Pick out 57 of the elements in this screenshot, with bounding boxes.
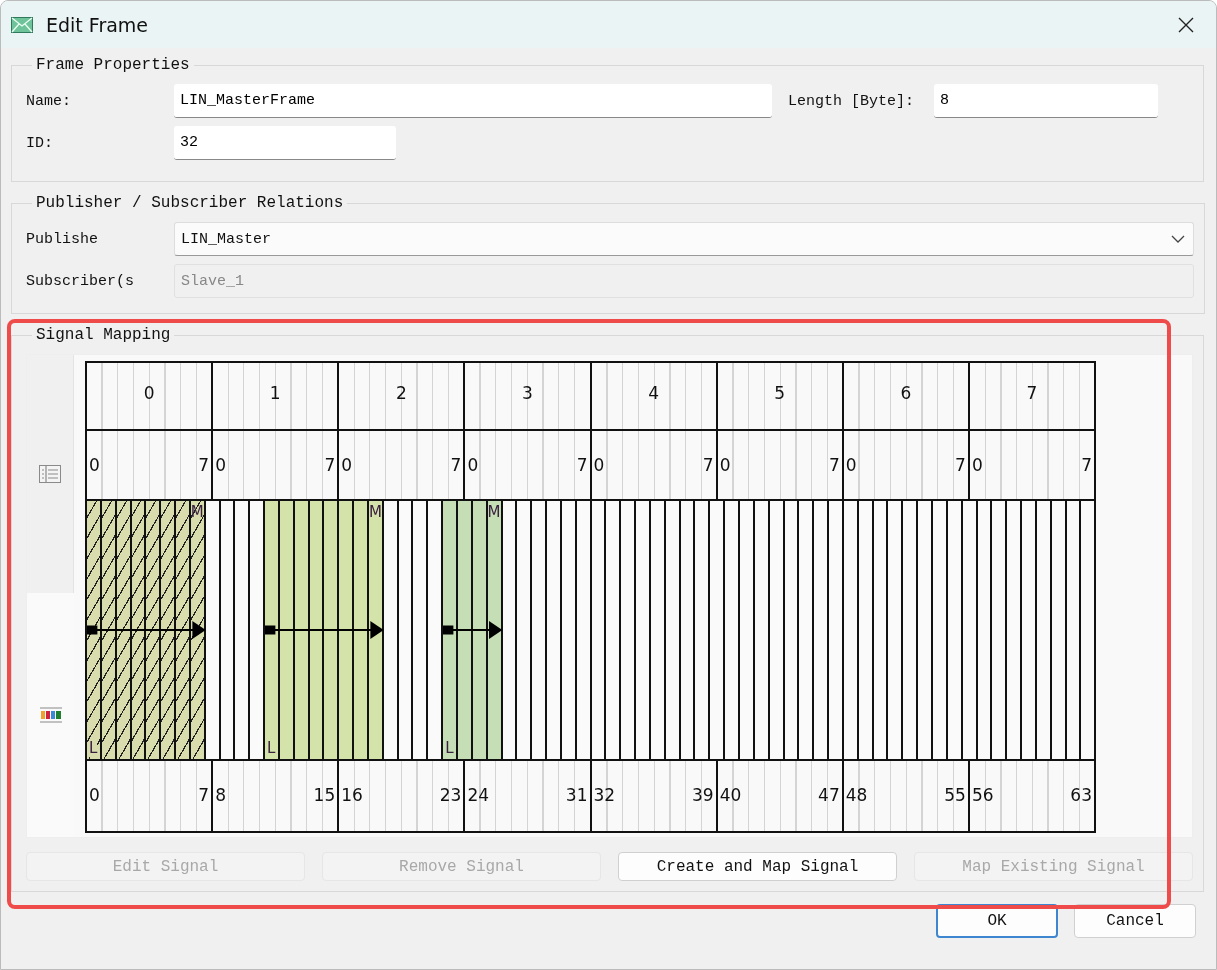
field-label: Publishe [26,230,99,248]
bit-number: 0 [593,455,605,475]
bit-number: 7 [702,455,714,475]
bit-number: 0 [89,785,100,805]
bit-number: 0 [341,455,353,475]
publisher-dropdown[interactable]: LIN_Master [174,222,1194,256]
bit-number: 0 [719,455,731,475]
bit-number: 40 [719,785,742,805]
bit-number: 56 [971,785,994,805]
bit-number: 32 [593,785,616,805]
bit-number: 55 [944,785,966,805]
bit-number: 7 [1081,455,1092,475]
bit-number: 39 [692,785,714,805]
bit-number: 15 [313,785,336,805]
dialog-button[interactable]: Cancel [1074,904,1196,938]
field-label: Length [Byte]: [788,92,915,110]
window-title: Edit Frame [46,13,149,36]
bit-number: 47 [818,785,840,805]
bit-direction-arrow [443,621,503,639]
msb-marker: M [487,503,501,521]
bit-number: 7 [828,455,840,475]
bit-number: 7 [450,455,462,475]
bit-number: 7 [324,455,336,475]
bit-number: 7 [576,455,588,475]
msb-marker: M [368,503,382,521]
bit-number: 16 [341,785,363,805]
bit-number: 31 [565,785,588,805]
id-field[interactable]: 32 [174,126,396,160]
close-icon[interactable] [1178,16,1194,33]
bit-number: 48 [845,785,868,805]
bit-number: 7 [198,455,210,475]
bit-number: 7 [198,785,210,805]
lsb-marker: L [89,739,98,757]
bit-number: 23 [439,785,462,805]
group-title: Frame Properties [35,56,191,74]
bit-number: 0 [845,455,857,475]
envelope-icon [11,16,33,33]
length-field[interactable]: 8 [934,84,1159,118]
bit-number: 7 [955,455,966,475]
field-label: Subscriber(s [26,272,136,290]
bit-number: 24 [467,785,489,805]
bit-number: 63 [1070,785,1092,805]
chevron-down-icon [1171,235,1185,243]
field-label: Name: [26,92,72,110]
color-bars-icon [38,706,63,724]
field-label: ID: [26,134,54,152]
list-icon [39,465,61,483]
msb-marker: M [190,503,204,521]
action-button[interactable]: Create and Map Signal [618,852,897,881]
bit-number: 0 [215,455,226,475]
bit-number: 0 [89,455,100,475]
group-title: Publisher / Subscriber Relations [35,194,345,212]
bit-number: 8 [215,785,226,805]
name-field[interactable]: LIN_MasterFrame [174,84,772,118]
group-title: Signal Mapping [35,326,172,344]
bit-number: 0 [467,455,479,475]
bit-number: 0 [971,455,983,475]
